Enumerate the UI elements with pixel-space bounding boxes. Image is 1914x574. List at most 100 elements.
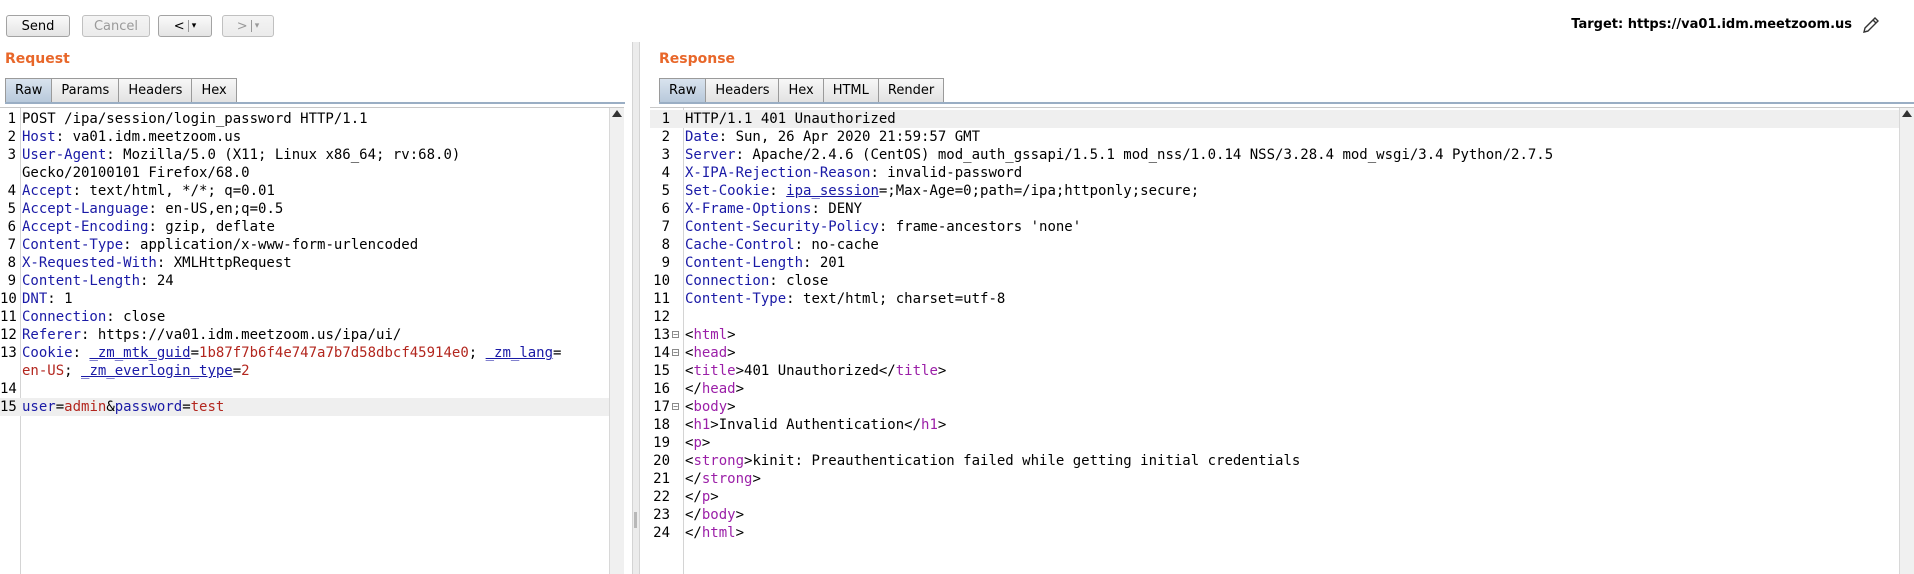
cancel-button[interactable]: Cancel bbox=[82, 15, 150, 37]
code-line: 5 Accept-Language: en-US,en;q=0.5 bbox=[0, 200, 624, 218]
code-line: en-US; _zm_everlogin_type=2 bbox=[0, 362, 624, 380]
pencil-icon[interactable] bbox=[1860, 14, 1882, 36]
request-scrollbar[interactable] bbox=[609, 108, 624, 574]
code-line: 11 Content-Type: text/html; charset=utf-8 bbox=[650, 290, 1914, 308]
back-button[interactable]: < ▾ bbox=[158, 15, 212, 37]
request-tab-raw[interactable]: Raw bbox=[5, 78, 52, 103]
code-line: 24 </html> bbox=[650, 524, 1914, 542]
response-lines: 1 HTTP/1.1 401 Unauthorized 2 Date: Sun, 26… bbox=[650, 110, 1914, 542]
line-number: 14 bbox=[653, 345, 670, 361]
code-text: </body> bbox=[685, 506, 744, 524]
line-number: 2 bbox=[7, 129, 16, 145]
code-text: Content-Length: 24 bbox=[22, 272, 174, 290]
code-text: User-Agent: Mozilla/5.0 (X11; Linux x86_… bbox=[22, 146, 460, 164]
toolbar: Send Cancel < ▾ > ▾ Target: https://va01.i… bbox=[0, 0, 1914, 42]
code-text: en-US; _zm_everlogin_type=2 bbox=[22, 362, 250, 380]
code-token: = bbox=[182, 399, 191, 415]
code-text: Cookie: _zm_mtk_guid=1b87f7b6f4e747a7b7d… bbox=[22, 344, 561, 362]
code-token: Server bbox=[685, 147, 736, 163]
code-token: Content-Security-Policy bbox=[685, 219, 879, 235]
request-editor[interactable]: 1 POST /ipa/session/login_password HTTP/1… bbox=[0, 107, 624, 574]
code-line: 3 Server: Apache/2.4.6 (CentOS) mod_auth_… bbox=[650, 146, 1914, 164]
code-token: Content-Type bbox=[685, 291, 787, 307]
code-text: Cache-Control: no-cache bbox=[685, 236, 879, 254]
line-number: 20 bbox=[653, 453, 670, 469]
code-token: Set-Cookie bbox=[685, 183, 770, 199]
scroll-up-icon[interactable] bbox=[612, 110, 622, 117]
target-display: Target: https://va01.idm.meetzoom.us bbox=[1571, 17, 1852, 32]
fold-toggle-icon[interactable]: − bbox=[672, 403, 679, 411]
code-line: 9 Content-Length: 201 bbox=[650, 254, 1914, 272]
code-token: > bbox=[727, 327, 736, 343]
code-token: head bbox=[693, 345, 728, 361]
code-token: : https://va01.idm.meetzoom.us/ipa/ui/ bbox=[81, 327, 402, 343]
code-text: <body> bbox=[685, 398, 736, 416]
code-line: 2 Host: va01.idm.meetzoom.us bbox=[0, 128, 624, 146]
code-text: Set-Cookie: ipa_session=;Max-Age=0;path=… bbox=[685, 182, 1199, 200]
code-text: <p> bbox=[685, 434, 710, 452]
request-tab-headers[interactable]: Headers bbox=[118, 78, 192, 103]
code-token: >401 Unauthorized</ bbox=[735, 363, 896, 379]
code-token: ; bbox=[64, 363, 82, 379]
code-text: </html> bbox=[685, 524, 744, 542]
code-text: <strong>kinit: Preauthentication failed … bbox=[685, 452, 1300, 470]
response-tab-raw[interactable]: Raw bbox=[659, 78, 706, 103]
code-text: user=admin&password=test bbox=[22, 398, 224, 416]
back-dropdown-icon[interactable]: ▾ bbox=[192, 21, 197, 31]
line-number: 8 bbox=[661, 237, 670, 253]
scroll-up-icon[interactable] bbox=[1902, 110, 1912, 117]
code-token: </ bbox=[685, 381, 702, 397]
code-token: = bbox=[553, 345, 562, 361]
code-token: _zm_everlogin_type bbox=[81, 363, 233, 379]
response-tab-headers[interactable]: Headers bbox=[705, 78, 779, 103]
fold-toggle-icon[interactable]: − bbox=[672, 349, 679, 357]
code-text: </p> bbox=[685, 488, 719, 506]
code-token: = bbox=[190, 345, 200, 361]
code-text: Content-Type: application/x-www-form-url… bbox=[22, 236, 418, 254]
line-number: 9 bbox=[661, 255, 670, 271]
code-line: 8 Cache-Control: no-cache bbox=[650, 236, 1914, 254]
code-token: >kinit: Preauthentication failed while g… bbox=[744, 453, 1301, 469]
request-tab-params[interactable]: Params bbox=[51, 78, 119, 103]
code-token: Content-Type bbox=[22, 237, 124, 253]
code-token: html bbox=[701, 525, 736, 541]
code-token: </ bbox=[685, 525, 702, 541]
forward-button[interactable]: > ▾ bbox=[222, 15, 274, 37]
code-line: 3 User-Agent: Mozilla/5.0 (X11; Linux x86… bbox=[0, 146, 624, 164]
request-tab-hex[interactable]: Hex bbox=[191, 78, 237, 103]
code-token: : Sun, 26 Apr 2020 21:59:57 GMT bbox=[718, 129, 981, 145]
response-tab-html[interactable]: HTML bbox=[822, 78, 878, 103]
send-button[interactable]: Send bbox=[6, 15, 70, 37]
response-tab-hex[interactable]: Hex bbox=[778, 78, 823, 103]
forward-dropdown-icon[interactable]: ▾ bbox=[255, 21, 260, 31]
line-number: 5 bbox=[661, 183, 670, 199]
response-tab-render[interactable]: Render bbox=[877, 78, 945, 103]
code-token: h1 bbox=[921, 417, 938, 433]
response-scrollbar[interactable] bbox=[1899, 108, 1914, 574]
code-line: 6 Accept-Encoding: gzip, deflate bbox=[0, 218, 624, 236]
splitter-grip-icon[interactable] bbox=[634, 512, 637, 528]
request-lines: 1 POST /ipa/session/login_password HTTP/1… bbox=[0, 110, 624, 416]
code-token: > bbox=[735, 525, 745, 541]
code-line: 17− <body> bbox=[650, 398, 1914, 416]
panel-splitter[interactable] bbox=[632, 42, 640, 574]
code-token: body bbox=[701, 507, 736, 523]
code-token: > bbox=[735, 381, 745, 397]
code-line: 4 Accept: text/html, */*; q=0.01 bbox=[0, 182, 624, 200]
code-text: <html> bbox=[685, 326, 736, 344]
response-editor[interactable]: 1 HTTP/1.1 401 Unauthorized 2 Date: Sun, 26… bbox=[650, 107, 1914, 574]
line-number: 18 bbox=[653, 417, 670, 433]
code-token: </ bbox=[685, 471, 702, 487]
code-line: 6 X-Frame-Options: DENY bbox=[650, 200, 1914, 218]
line-number: 1 bbox=[661, 111, 670, 127]
code-line: 15 <title>401 Unauthorized</title> bbox=[650, 362, 1914, 380]
fold-toggle-icon[interactable]: − bbox=[672, 331, 679, 339]
code-token: : en-US,en;q=0.5 bbox=[148, 201, 284, 217]
code-token: POST /ipa/session/login_password HTTP/1.… bbox=[22, 111, 368, 127]
line-number: 5 bbox=[7, 201, 16, 217]
code-text: Host: va01.idm.meetzoom.us bbox=[22, 128, 241, 146]
code-token: Cache-Control bbox=[685, 237, 795, 253]
code-token: > bbox=[727, 345, 736, 361]
code-text: X-Requested-With: XMLHttpRequest bbox=[22, 254, 292, 272]
line-number: 22 bbox=[653, 489, 670, 505]
